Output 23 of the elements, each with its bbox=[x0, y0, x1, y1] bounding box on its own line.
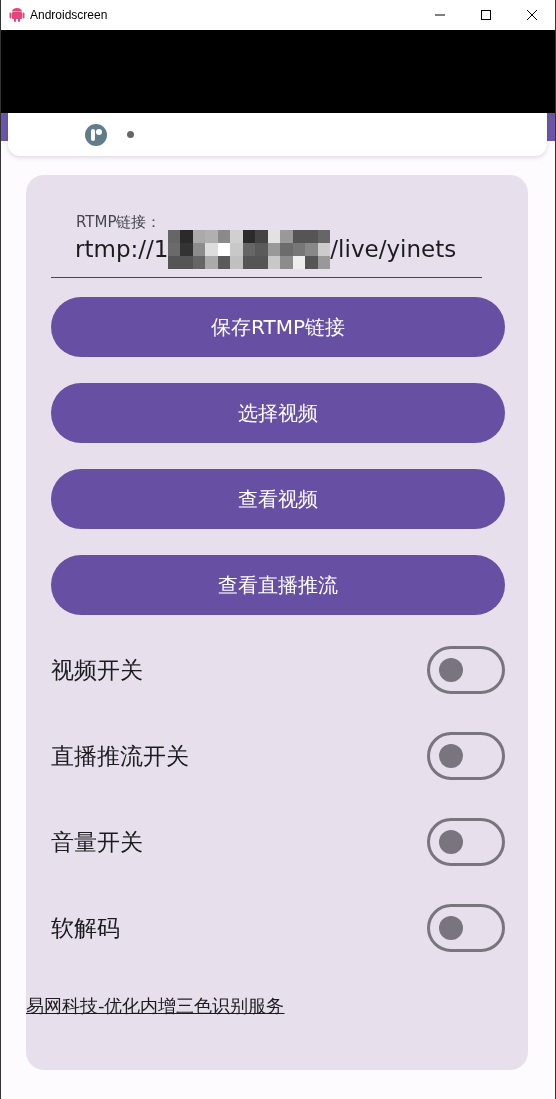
window-title: Androidscreen bbox=[30, 7, 108, 24]
action-button[interactable]: 查看视频 bbox=[51, 469, 505, 529]
action-button[interactable]: 保存RTMP链接 bbox=[51, 297, 505, 357]
toggle-switch[interactable] bbox=[427, 732, 505, 780]
action-button[interactable]: 查看直播推流 bbox=[51, 555, 505, 615]
action-button[interactable]: 选择视频 bbox=[51, 383, 505, 443]
rtmp-field[interactable]: RTMP链接： rtmp://1 /live/yinets bbox=[51, 211, 482, 278]
field-value: rtmp://1 bbox=[75, 234, 169, 264]
android-icon bbox=[9, 7, 25, 23]
switch-label: 软解码 bbox=[51, 913, 120, 943]
close-icon bbox=[526, 9, 538, 21]
toggle-switch[interactable] bbox=[427, 646, 505, 694]
switch-label: 音量开关 bbox=[51, 827, 143, 857]
field-label: RTMP链接： bbox=[75, 212, 163, 233]
field-value: /live/yinets bbox=[330, 234, 457, 264]
app-logo-icon bbox=[85, 123, 107, 146]
service-link[interactable]: 易网科技-优化内增三色识别服务 bbox=[26, 992, 285, 1019]
switch-label: 视频开关 bbox=[51, 655, 143, 685]
toggle-switch[interactable] bbox=[427, 904, 505, 952]
dot-icon bbox=[127, 131, 134, 138]
switch-label: 直播推流开关 bbox=[51, 741, 189, 771]
toggle-switch[interactable] bbox=[427, 818, 505, 866]
maximize-icon bbox=[480, 9, 492, 21]
